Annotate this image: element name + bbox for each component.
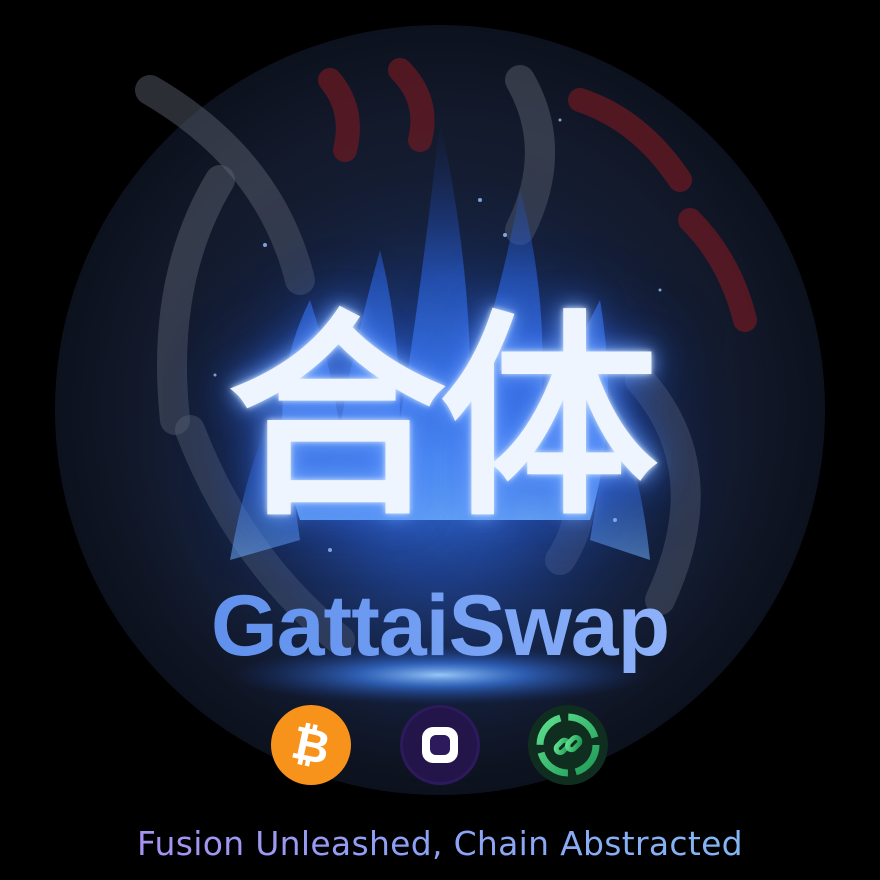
poster-canvas: 合体 GattaiSwap ₿ Fusion Unleashed, Chain … <box>0 0 880 880</box>
chain-link-icon <box>528 705 608 785</box>
tagline: Fusion Unleashed, Chain Abstracted <box>0 822 880 866</box>
purple-square-icon <box>400 705 480 785</box>
bitcoin-icon: ₿ <box>271 705 351 785</box>
kanji-title: 合体 <box>228 293 658 546</box>
brand-name: GattaiSwap <box>0 578 880 674</box>
